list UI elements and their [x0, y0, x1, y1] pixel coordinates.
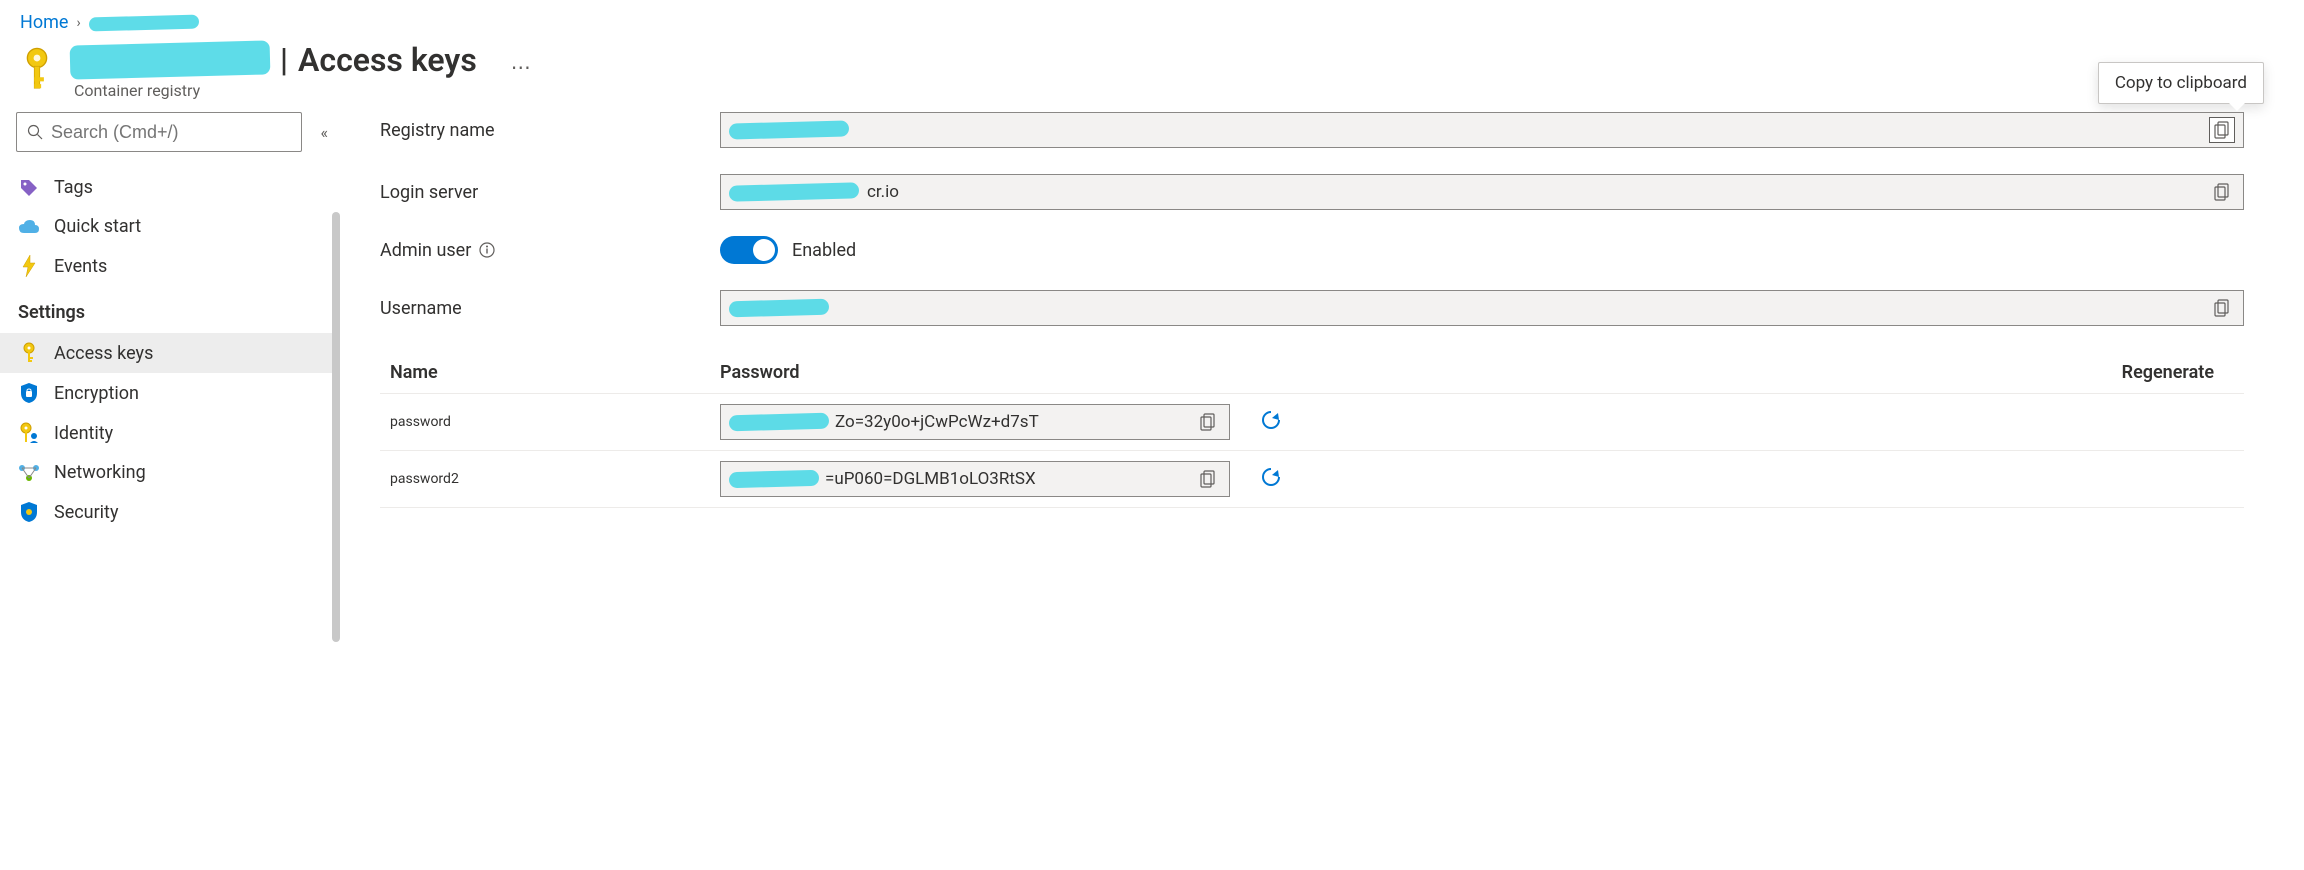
username-field: [720, 290, 2244, 326]
regenerate-password-button[interactable]: [1260, 466, 1282, 488]
password-name: password: [390, 414, 720, 430]
key-person-icon: [18, 422, 40, 444]
sidebar-item-events[interactable]: Events: [0, 246, 340, 286]
copy-password-button[interactable]: [1195, 409, 1221, 435]
col-header-password: Password: [720, 362, 1250, 383]
password-value: Zo=32y0o+jCwPcWz+d7sT: [835, 412, 1039, 432]
search-box[interactable]: [16, 112, 302, 152]
network-icon: [18, 464, 40, 482]
refresh-icon: [1260, 466, 1282, 488]
redacted-highlight: [70, 40, 271, 79]
password-value: =uP060=DGLMB1oLO3RtSX: [825, 469, 1036, 489]
page-title-bar: | Access keys Container registry ⋯: [0, 41, 2304, 112]
password-field: Zo=32y0o+jCwPcWz+d7sT: [720, 404, 1230, 440]
copy-username-button[interactable]: [2209, 295, 2235, 321]
redacted-highlight: [729, 182, 859, 201]
password-row: password2 =uP060=DGLMB1oLO3RtSX: [380, 451, 2244, 508]
sidebar-item-label: Identity: [54, 423, 113, 444]
copy-tooltip: Copy to clipboard: [2098, 62, 2264, 104]
sidebar-item-label: Access keys: [54, 343, 153, 364]
login-server-value: cr.io: [867, 182, 899, 202]
sidebar-scrollbar[interactable]: [332, 212, 340, 642]
shield-icon: [18, 501, 40, 523]
copy-icon: [2214, 183, 2230, 201]
sidebar-item-label: Encryption: [54, 383, 139, 404]
chevron-right-icon: ›: [76, 15, 80, 31]
registry-name-label: Registry name: [380, 120, 720, 141]
tag-icon: [18, 178, 40, 198]
key-icon: [20, 47, 54, 95]
sidebar-item-label: Quick start: [54, 216, 141, 237]
login-server-field: cr.io: [720, 174, 2244, 210]
sidebar-item-quick-start[interactable]: Quick start: [0, 207, 340, 246]
sidebar-item-label: Events: [54, 256, 107, 277]
copy-registry-name-button[interactable]: [2209, 117, 2235, 143]
sidebar-item-label: Networking: [54, 462, 146, 483]
toggle-knob: [753, 239, 775, 261]
copy-icon: [1200, 470, 1216, 488]
lightning-icon: [18, 255, 40, 277]
admin-user-toggle[interactable]: [720, 236, 778, 264]
refresh-icon: [1260, 409, 1282, 431]
sidebar-item-networking[interactable]: Networking: [0, 453, 340, 492]
sidebar-item-label: Tags: [54, 177, 93, 198]
redacted-highlight: [88, 15, 198, 32]
col-header-regenerate: Regenerate: [1250, 362, 2234, 383]
shield-lock-icon: [18, 382, 40, 404]
copy-icon: [2214, 299, 2230, 317]
password-row: password Zo=32y0o+jCwPcWz+d7sT: [380, 394, 2244, 451]
copy-icon: [1200, 413, 1216, 431]
sidebar-item-encryption[interactable]: Encryption: [0, 373, 340, 413]
redacted-highlight: [729, 299, 829, 318]
sidebar-item-identity[interactable]: Identity: [0, 413, 340, 453]
search-input[interactable]: [51, 122, 291, 143]
admin-user-label: Admin user: [380, 240, 720, 261]
collapse-sidebar-button[interactable]: «: [320, 123, 328, 142]
password-name: password2: [390, 471, 720, 487]
redacted-highlight: [729, 470, 819, 488]
search-icon: [27, 124, 43, 140]
password-table: Name Password Regenerate password Zo=32y…: [380, 352, 2244, 508]
redacted-highlight: [729, 413, 829, 432]
page-title: | Access keys: [70, 41, 477, 79]
main-content: Copy to clipboard Registry name Login se…: [340, 112, 2304, 862]
sidebar: « Tags Quick start Events Set: [0, 112, 340, 862]
admin-user-status: Enabled: [792, 240, 856, 261]
redacted-highlight: [729, 120, 849, 139]
sidebar-item-label: Security: [54, 502, 118, 523]
username-label: Username: [380, 298, 720, 319]
page-title-text: Access keys: [298, 41, 477, 79]
regenerate-password-button[interactable]: [1260, 409, 1282, 431]
more-menu-button[interactable]: ⋯: [511, 55, 533, 79]
sidebar-section-settings: Settings: [0, 286, 340, 333]
sidebar-item-security[interactable]: Security: [0, 492, 340, 532]
copy-password-button[interactable]: [1195, 466, 1221, 492]
copy-icon: [2214, 121, 2230, 139]
sidebar-item-access-keys[interactable]: Access keys: [0, 333, 340, 373]
cloud-icon: [18, 219, 40, 235]
registry-name-field: [720, 112, 2244, 148]
password-field: =uP060=DGLMB1oLO3RtSX: [720, 461, 1230, 497]
page-subtitle: Container registry: [74, 81, 477, 100]
sidebar-menu: Tags Quick start Events Settings Access: [0, 168, 340, 532]
info-icon[interactable]: [479, 242, 495, 258]
breadcrumb-home-link[interactable]: Home: [20, 12, 68, 33]
breadcrumb: Home ›: [0, 0, 2304, 41]
breadcrumb-current-link[interactable]: [89, 12, 199, 33]
key-icon: [18, 342, 40, 364]
sidebar-item-tags[interactable]: Tags: [0, 168, 340, 207]
copy-login-server-button[interactable]: [2209, 179, 2235, 205]
login-server-label: Login server: [380, 182, 720, 203]
col-header-name: Name: [390, 362, 720, 383]
